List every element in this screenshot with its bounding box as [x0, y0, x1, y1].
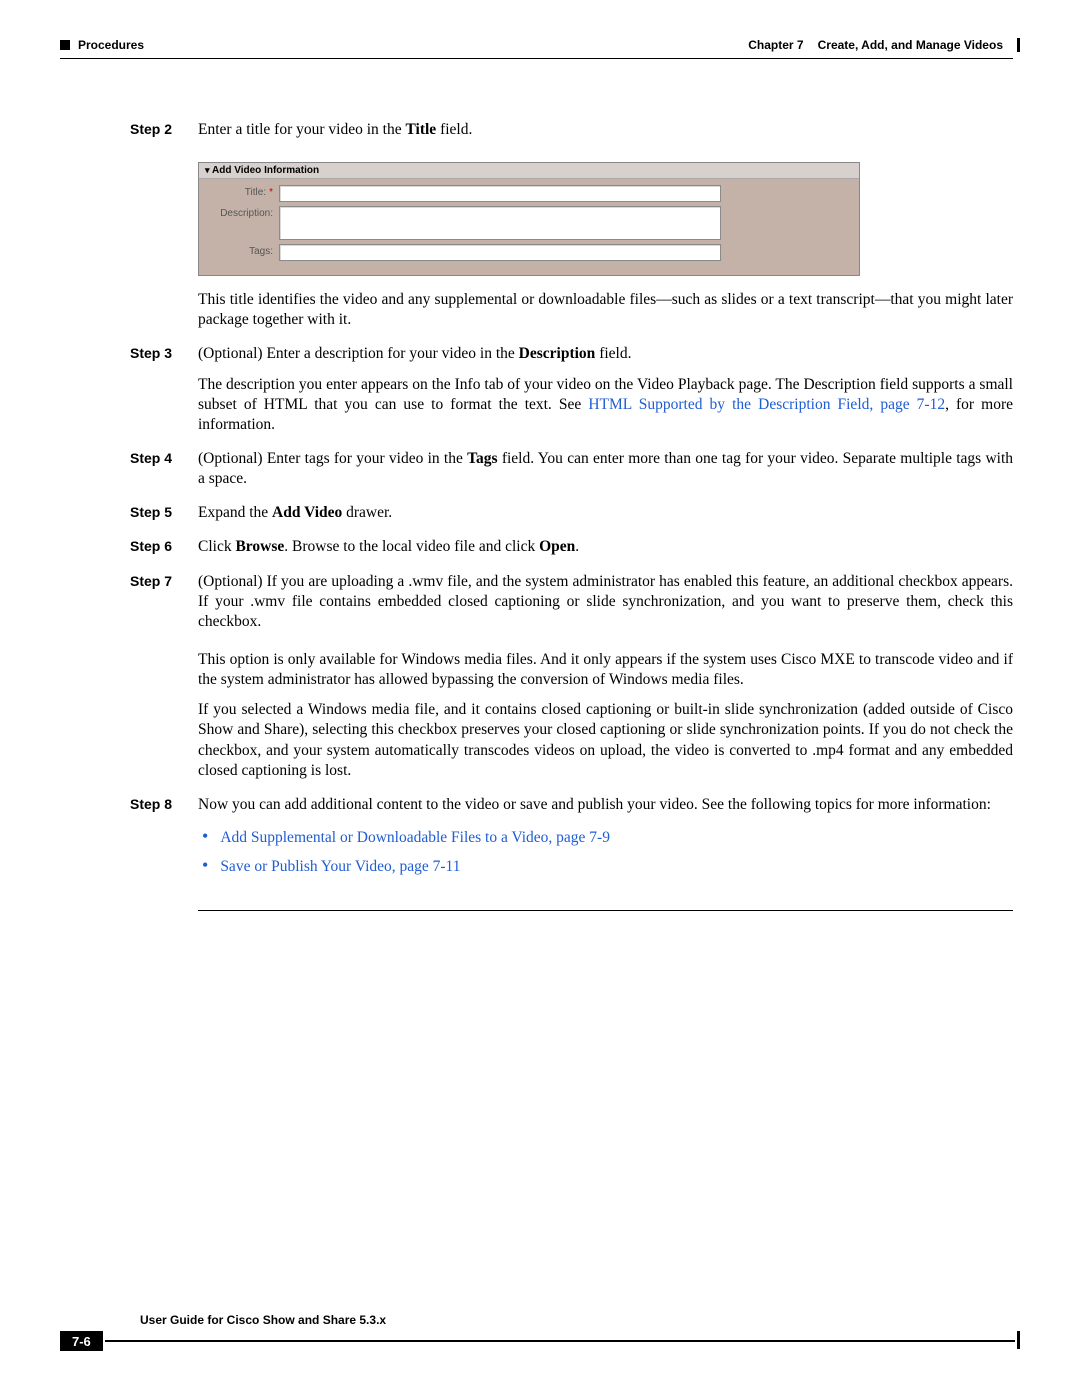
step-4-text: (Optional) Enter tags for your video in … [198, 449, 1013, 489]
step-label: Step 5 [60, 503, 198, 533]
add-supplemental-link[interactable]: Add Supplemental or Downloadable Files t… [220, 829, 610, 846]
step-label: Step 7 [60, 572, 198, 791]
step-3-detail: The description you enter appears on the… [198, 375, 1013, 435]
page-number: 7-6 [60, 1331, 103, 1351]
add-video-info-figure: Add Video Information Title:* Descriptio… [198, 162, 860, 276]
html-supported-link[interactable]: HTML Supported by the Description Field,… [588, 396, 945, 413]
header-bar-icon [1017, 38, 1020, 52]
figure-header: Add Video Information [199, 163, 859, 179]
step-2-after: This title identifies the video and any … [60, 290, 1013, 340]
figure-description-label: Description: [207, 206, 279, 219]
step-2-after-text: This title identifies the video and any … [198, 290, 1013, 330]
step-6: Step 6 Click Browse. Browse to the local… [60, 537, 1013, 567]
step-5-text: Expand the Add Video drawer. [198, 503, 1013, 523]
footer-guide-title: User Guide for Cisco Show and Share 5.3.… [140, 1313, 1020, 1327]
step-7-p1: (Optional) If you are uploading a .wmv f… [198, 572, 1013, 632]
step-label: Step 4 [60, 449, 198, 499]
step-3-text: (Optional) Enter a description for your … [198, 344, 1013, 364]
step-label: Step 3 [60, 344, 198, 445]
step-6-text: Click Browse. Browse to the local video … [198, 537, 1013, 557]
step-8-p1: Now you can add additional content to th… [198, 795, 1013, 815]
figure-title-label: Title:* [207, 185, 279, 198]
step-label: Step 2 [60, 120, 198, 150]
step-label: Step 6 [60, 537, 198, 567]
footer-rule [105, 1340, 1015, 1351]
step-5: Step 5 Expand the Add Video drawer. [60, 503, 1013, 533]
header-square-icon [60, 40, 70, 50]
header-section: Procedures [78, 38, 144, 52]
step-2: Step 2 Enter a title for your video in t… [60, 120, 1013, 150]
step-2-text: Enter a title for your video in the Titl… [198, 120, 1013, 140]
step-7-p3: If you selected a Windows media file, an… [198, 700, 1013, 781]
step-8: Step 8 Now you can add additional conten… [60, 795, 1013, 884]
running-header: Procedures Chapter 7 Create, Add, and Ma… [60, 38, 1020, 52]
step-3: Step 3 (Optional) Enter a description fo… [60, 344, 1013, 445]
footer: User Guide for Cisco Show and Share 5.3.… [60, 1313, 1020, 1351]
save-publish-link[interactable]: Save or Publish Your Video, page 7-11 [220, 858, 460, 875]
footer-end-icon [1017, 1331, 1020, 1349]
figure-tags-input [279, 244, 721, 261]
section-end-rule [198, 910, 1013, 911]
step-label: Step 8 [60, 795, 198, 884]
header-rule [60, 58, 1013, 59]
figure-tags-label: Tags: [207, 244, 279, 257]
step-4: Step 4 (Optional) Enter tags for your vi… [60, 449, 1013, 499]
header-chapter-num: Chapter 7 [748, 38, 803, 52]
figure-title-input [279, 185, 721, 202]
content: Step 2 Enter a title for your video in t… [60, 120, 1013, 911]
step-8-links: Add Supplemental or Downloadable Files t… [202, 825, 1013, 878]
figure-description-input [279, 206, 721, 240]
header-chapter-title: Create, Add, and Manage Videos [818, 38, 1003, 52]
step-7: Step 7 (Optional) If you are uploading a… [60, 572, 1013, 791]
step-7-p2: This option is only available for Window… [198, 650, 1013, 690]
